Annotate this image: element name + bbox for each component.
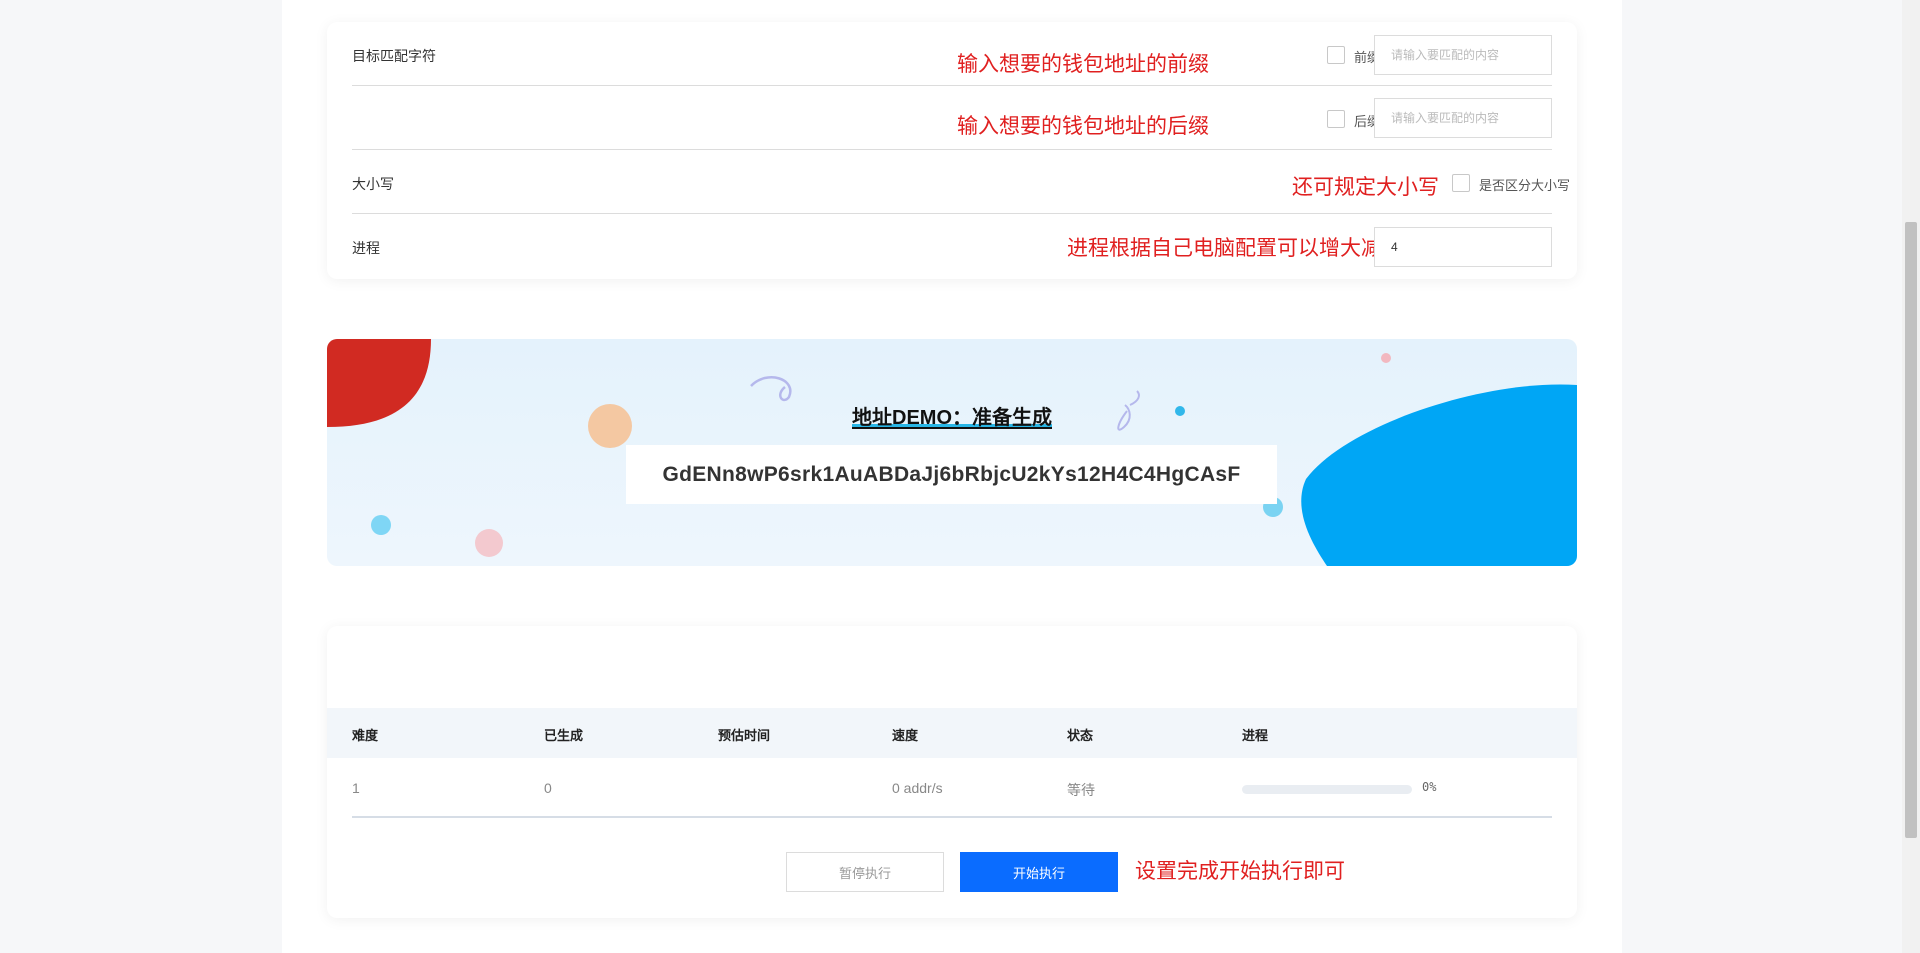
progress-card: 难度 已生成 预估时间 速度 状态 进程 1 0 0 addr/s 等待 0% … xyxy=(327,626,1577,918)
suffix-note: 输入想要的钱包地址的后缀 xyxy=(957,115,1209,138)
squiggle-purple xyxy=(750,376,792,402)
demo-address: GdENn8wP6srk1AuABDaJj6bRbjcU2kYs12H4C4Hg… xyxy=(626,445,1277,504)
table-divider xyxy=(352,816,1552,818)
suffix-checkbox[interactable] xyxy=(1327,110,1345,128)
pink-dot xyxy=(475,529,503,557)
page-scrollbar[interactable] xyxy=(1902,0,1920,953)
settings-card: 目标匹配字符 输入想要的钱包地址的前缀 前缀 输入想要的钱包地址的后缀 后缀 大… xyxy=(327,22,1577,279)
prefix-input[interactable] xyxy=(1374,35,1552,75)
table-row: 1 0 0 addr/s 等待 0% xyxy=(327,758,1577,818)
header-generated: 已生成 xyxy=(544,728,584,743)
address-demo-banner: 地址DEMO：准备生成 GdENn8wP6srk1AuABDaJj6bRbjcU… xyxy=(327,339,1577,566)
header-status: 状态 xyxy=(1067,728,1094,743)
progress-bar xyxy=(1242,785,1412,794)
header-speed: 速度 xyxy=(892,728,919,743)
prefix-checkbox[interactable] xyxy=(1327,46,1345,64)
process-count-input[interactable] xyxy=(1374,227,1552,267)
pink-small-dot xyxy=(1381,353,1391,363)
header-progress: 进程 xyxy=(1242,728,1269,743)
start-button[interactable]: 开始执行 xyxy=(960,852,1118,892)
cell-speed: 0 addr/s xyxy=(892,780,943,796)
process-label: 进程 xyxy=(352,240,380,256)
scrollbar-thumb[interactable] xyxy=(1905,222,1917,838)
demo-title: 地址DEMO：准备生成 xyxy=(852,407,1052,429)
process-row: 进程 进程根据自己电脑配置可以增大减小 xyxy=(352,214,1552,277)
suffix-input[interactable] xyxy=(1374,98,1552,138)
case-note: 还可规定大小写 xyxy=(1292,176,1439,199)
prefix-row: 目标匹配字符 输入想要的钱包地址的前缀 前缀 xyxy=(352,22,1552,86)
cell-difficulty: 1 xyxy=(352,780,360,796)
case-sensitive-checkbox[interactable] xyxy=(1452,174,1470,192)
suffix-row: 输入想要的钱包地址的后缀 后缀 xyxy=(352,86,1552,150)
start-note: 设置完成开始执行即可 xyxy=(1135,860,1345,883)
case-row: 大小写 还可规定大小写 是否区分大小写 xyxy=(352,150,1570,214)
progress-percent: 0% xyxy=(1422,780,1437,794)
cyan-dot xyxy=(371,515,391,535)
case-sensitive-label[interactable]: 是否区分大小写 xyxy=(1479,175,1570,194)
cell-generated: 0 xyxy=(544,780,552,796)
process-note: 进程根据自己电脑配置可以增大减小 xyxy=(1067,237,1403,260)
cell-status: 等待 xyxy=(1067,782,1095,798)
prefix-note: 输入想要的钱包地址的前缀 xyxy=(957,53,1209,76)
pause-button[interactable]: 暂停执行 xyxy=(786,852,944,892)
case-label: 大小写 xyxy=(352,176,394,192)
table-header: 难度 已生成 预估时间 速度 状态 进程 xyxy=(327,708,1577,758)
header-difficulty: 难度 xyxy=(352,728,379,743)
header-estimate: 预估时间 xyxy=(718,728,771,743)
match-label: 目标匹配字符 xyxy=(352,48,436,64)
